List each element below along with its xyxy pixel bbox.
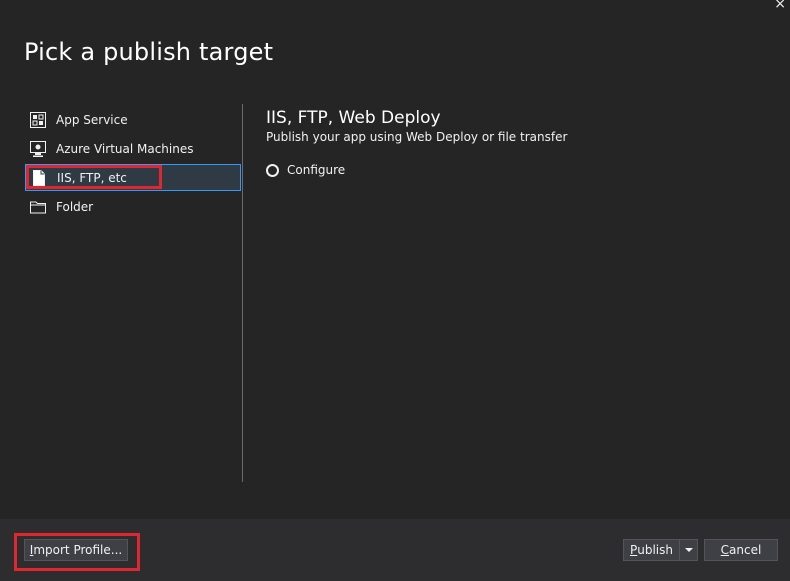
close-icon[interactable]: × [774,0,786,12]
app-service-icon [29,111,47,129]
target-item-label: IIS, FTP, etc [57,170,127,185]
target-item-folder[interactable]: Folder [25,193,241,220]
target-item-label: App Service [56,112,128,127]
target-item-app-service[interactable]: App Service [25,106,241,133]
target-item-iis-ftp[interactable]: IIS, FTP, etc [25,164,241,191]
virtual-machine-icon [29,140,47,158]
publish-dropdown-button[interactable] [679,539,698,561]
detail-title: IIS, FTP, Web Deploy [266,108,441,128]
configure-radio[interactable] [266,163,279,177]
cancel-accelerator: C [720,543,730,557]
configure-option[interactable]: Configure [266,163,345,177]
publish-button[interactable]: Publish [623,539,679,561]
target-item-label: Folder [56,199,94,214]
publish-target-list: App Service Azure Virtual Machines IIS, … [25,106,241,222]
folder-icon [29,198,47,216]
import-profile-button[interactable]: Import Profile... [24,539,128,561]
cancel-button[interactable]: Cancel [704,539,778,561]
cancel-label: ancel [729,543,762,557]
detail-subtitle: Publish your app using Web Deploy or fil… [266,130,568,144]
target-item-azure-virtual-machines[interactable]: Azure Virtual Machines [25,135,241,162]
configure-label: Configure [287,163,346,177]
file-icon [30,169,48,187]
chevron-down-icon [684,548,693,552]
pane-divider [242,104,243,482]
target-item-label: Azure Virtual Machines [56,141,194,156]
page-title: Pick a publish target [24,38,274,66]
import-label: mport Profile... [33,543,123,557]
publish-label: ublish [637,543,673,557]
publish-accelerator: P [630,543,638,557]
